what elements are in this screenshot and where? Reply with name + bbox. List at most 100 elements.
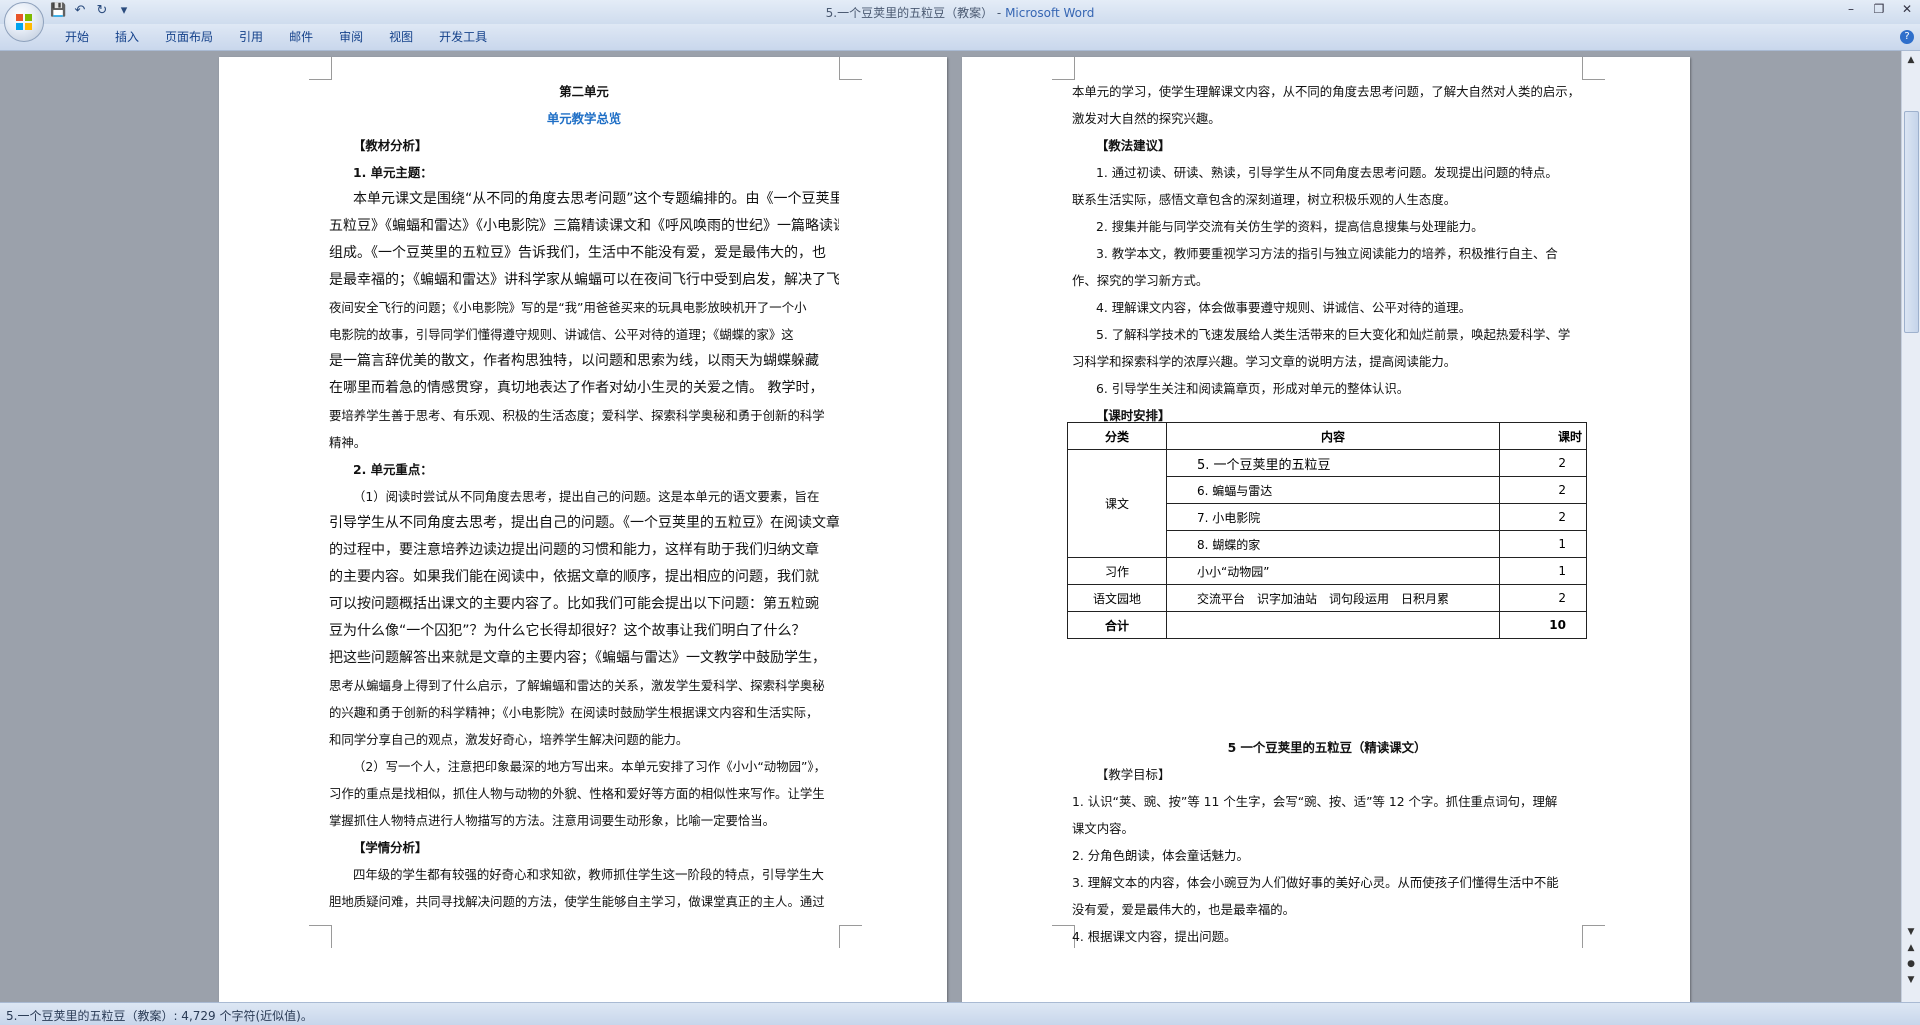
text-line: 精神。 <box>329 435 367 450</box>
text-line: 掌握抓住人物特点进行人物描写的方法。注意用词要生动形象，比喻一定要恰当。 <box>329 813 776 828</box>
document-area: 第二单元 单元教学总览 【教材分析】 1. 单元主题： 本单元课文是围绕“从不同的角度去… <box>0 51 1902 1003</box>
table-cell-hours: 1 <box>1499 530 1587 558</box>
text-line: 本单元课文是围绕“从不同的角度去思考问题”这个专题编排的。由《一个豆荚里的 <box>353 191 839 207</box>
crop-mark <box>1052 57 1075 80</box>
table-cell-hours: 1 <box>1499 557 1587 585</box>
text-line: 联系生活实际，感悟文章包含的深刻道理，树立积极乐观的人生态度。 <box>1072 192 1457 207</box>
text-line: 3. 理解文本的内容，体会小豌豆为人们做好事的美好心灵。从而使孩子们懂得生活中不… <box>1072 875 1559 890</box>
text-line: 作、探究的学习新方式。 <box>1072 273 1209 288</box>
table-cell-category: 合计 <box>1067 611 1167 639</box>
table-header: 课时 <box>1499 422 1587 450</box>
vertical-scrollbar[interactable]: ▲ ▼ ▲ ● ▼ <box>1901 51 1920 1003</box>
text-line: 思考从蝙蝠身上得到了什么启示，了解蝙蝠和雷达的关系，激发学生爱科学、探索科学奥秘 <box>329 678 825 693</box>
text-line: 课文内容。 <box>1072 821 1134 836</box>
help-icon[interactable]: ? <box>1900 30 1914 44</box>
app-name: Microsoft Word <box>1005 6 1095 20</box>
window-title: 5.一个豆荚里的五粒豆（教案） - Microsoft Word <box>0 4 1920 21</box>
text-line: 在哪里而着急的情感贯穿，真切地表达了作者对幼小生灵的关爱之情。 教学时， <box>329 380 824 396</box>
text-line: 第二单元 <box>559 84 609 99</box>
browse-object-icon[interactable]: ● <box>1905 959 1917 971</box>
text-line: （2）写一个人，注意把印象最深的地方写出来。本单元安排了习作《小小“动物园”》， <box>353 759 826 774</box>
minimize-icon[interactable]: – <box>1844 2 1858 16</box>
page-2-text-top: 本单元的学习，使学生理解课文内容，从不同的角度去思考问题，了解大自然对人类的启示… <box>1072 78 1582 429</box>
text-line: 【学情分析】 <box>353 840 428 855</box>
text-line: 2. 单元重点： <box>353 462 433 477</box>
table-cell-content: 交流平台 识字加油站 词句段运用 日积月累 <box>1166 584 1500 612</box>
ribbon-tab[interactable]: 开始 <box>52 29 102 45</box>
text-line: 激发对大自然的探究兴趣。 <box>1072 111 1221 126</box>
text-line: 1. 单元主题： <box>353 165 433 180</box>
text-line: 本单元的学习，使学生理解课文内容，从不同的角度去思考问题，了解大自然对人类的启示… <box>1072 84 1581 99</box>
table-row: 课文 5. 一个豆荚里的五粒豆 2 <box>1067 449 1587 558</box>
text-line: 5. 了解科学技术的飞速发展给人类生活带来的巨大变化和灿烂前景，唤起热爱科学、学 <box>1096 327 1571 342</box>
crop-mark <box>1582 925 1605 948</box>
table-cell-hours: 2 <box>1499 476 1587 504</box>
text-line: 习科学和探索科学的浓厚兴趣。学习文章的说明方法，提高阅读能力。 <box>1072 354 1457 369</box>
ribbon-tab[interactable]: 插入 <box>102 29 152 45</box>
text-line: 1. 通过初读、研读、熟读，引导学生从不同角度去思考问题。发现提出问题的特点。 <box>1096 165 1558 180</box>
text-line: 4. 理解课文内容，体会做事要遵守规则、讲诚信、公平对待的道理。 <box>1096 300 1472 315</box>
text-line: 五粒豆》《蝙蝠和雷达》《小电影院》三篇精读课文和《呼风唤雨的世纪》一篇略读课文 <box>329 218 839 234</box>
table-cell-content: 6. 蝙蝠与雷达 <box>1166 476 1500 504</box>
table-header-row: 分类 内容 课时 <box>1067 422 1587 450</box>
ribbon-tab[interactable]: 引用 <box>226 29 276 45</box>
office-button[interactable] <box>4 2 44 42</box>
office-logo-icon <box>16 14 32 30</box>
crop-mark <box>1582 57 1605 80</box>
close-icon[interactable]: ✕ <box>1900 2 1914 16</box>
table-cell-content <box>1166 611 1500 639</box>
text-line: 的兴趣和勇于创新的科学精神；《小电影院》在阅读时鼓励学生根据课文内容和生活实际， <box>329 705 819 720</box>
ribbon-tab[interactable]: 邮件 <box>276 29 326 45</box>
text-line: 夜间安全飞行的问题；《小电影院》写的是“我”用爸爸买来的玩具电影放映机开了一个小 <box>329 300 807 315</box>
text-line: 和同学分享自己的观点，激发好奇心，培养学生解决问题的能力。 <box>329 732 689 747</box>
text-line: 可以按问题概括出课文的主要内容了。比如我们可能会提出以下问题：第五粒豌 <box>329 596 819 612</box>
table-cell-content: 7. 小电影院 <box>1166 503 1500 531</box>
next-page-icon[interactable]: ▼ <box>1905 975 1917 987</box>
page-1-text: 第二单元 单元教学总览 【教材分析】 1. 单元主题： 本单元课文是围绕“从不同的角度去… <box>329 78 839 915</box>
table-row: 合计 10 <box>1067 611 1587 639</box>
table-cell-content: 8. 蝴蝶的家 <box>1166 530 1500 558</box>
table-cell-content: 5. 一个豆荚里的五粒豆 <box>1166 449 1500 477</box>
text-line: 习作的重点是找相似，抓住人物与动物的外貌、性格和爱好等方面的相似性来写作。让学生 <box>329 786 825 801</box>
document-title: 5.一个豆荚里的五粒豆（教案） <box>825 6 994 20</box>
table-cell-category: 课文 <box>1067 449 1167 558</box>
table-cell-hours: 2 <box>1499 503 1587 531</box>
text-line: 引导学生从不同角度去思考，提出自己的问题。《一个豆荚里的五粒豆》在阅读文章 <box>329 515 839 531</box>
table-cell-hours: 2 <box>1499 449 1587 477</box>
text-line: 豆为什么像“一个囚犯”？为什么它长得却很好？这个故事让我们明白了什么？ <box>329 623 806 639</box>
text-line: 【教材分析】 <box>353 138 428 153</box>
text-line: 要培养学生善于思考、有乐观、积极的生活态度；爱科学、探索科学奥秘和勇于创新的科学 <box>329 408 825 423</box>
crop-mark <box>309 57 332 80</box>
ribbon-tab-bar: 开始 插入 页面布局 引用 邮件 审阅 视图 开发工具 ? <box>0 24 1920 51</box>
text-line: 把这些问题解答出来就是文章的主要内容；《蝙蝠与雷达》一文教学中鼓励学生， <box>329 650 826 666</box>
text-line: 的主要内容。如果我们能在阅读中，依据文章的顺序，提出相应的问题，我们就 <box>329 569 819 585</box>
table-row: 习作 小小“动物园” 1 <box>1067 557 1587 585</box>
text-line: 【教法建议】 <box>1096 138 1171 153</box>
table-cell-content: 小小“动物园” <box>1166 557 1500 585</box>
text-line: 没有爱，爱是最伟大的，也是最幸福的。 <box>1072 902 1296 917</box>
page-2-text-bottom: 5 一个豆荚里的五粒豆（精读课文） 【教学目标】 1. 认识“荚、豌、按”等 11 … <box>1072 734 1582 950</box>
page-2[interactable]: 本单元的学习，使学生理解课文内容，从不同的角度去思考问题，了解大自然对人类的启示… <box>962 57 1690 1003</box>
ribbon-tab[interactable]: 视图 <box>376 29 426 45</box>
table-row: 语文园地 交流平台 识字加油站 词句段运用 日积月累 2 <box>1067 584 1587 612</box>
table-cell-hours: 2 <box>1499 584 1587 612</box>
text-line: 1. 认识“荚、豌、按”等 11 个生字，会写“豌、按、适”等 12 个字。抓住… <box>1072 794 1558 809</box>
ribbon-tab[interactable]: 审阅 <box>326 29 376 45</box>
scroll-up-icon[interactable]: ▲ <box>1905 55 1917 67</box>
page-1[interactable]: 第二单元 单元教学总览 【教材分析】 1. 单元主题： 本单元课文是围绕“从不同的角度去… <box>219 57 947 1003</box>
text-line: 的过程中，要注意培养边读边提出问题的习惯和能力，这样有助于我们归纳文章 <box>329 542 819 558</box>
text-line: 2. 分角色朗读，体会童话魅力。 <box>1072 848 1249 863</box>
restore-icon[interactable]: ❐ <box>1872 2 1886 16</box>
schedule-table: 分类 内容 课时 课文 5. 一个豆荚里的五粒豆 2 6. 蝙蝠与雷达 2 7.… <box>1067 422 1587 639</box>
text-line: 胆地质疑问难，共同寻找解决问题的方法，使学生能够自主学习，做课堂真正的主人。通过 <box>329 894 825 909</box>
ribbon-tab[interactable]: 页面布局 <box>152 29 226 45</box>
ribbon-tab[interactable]: 开发工具 <box>426 29 500 45</box>
crop-mark <box>839 925 862 948</box>
prev-page-icon[interactable]: ▲ <box>1905 943 1917 955</box>
title-bar: 💾 ↶ ↻ ▾ 5.一个豆荚里的五粒豆（教案） - Microsoft Word… <box>0 0 1920 24</box>
scrollbar-thumb[interactable] <box>1904 111 1919 333</box>
table-cell-category: 习作 <box>1067 557 1167 585</box>
scroll-down-icon[interactable]: ▼ <box>1905 927 1917 939</box>
crop-mark <box>839 57 862 80</box>
crop-mark <box>309 925 332 948</box>
